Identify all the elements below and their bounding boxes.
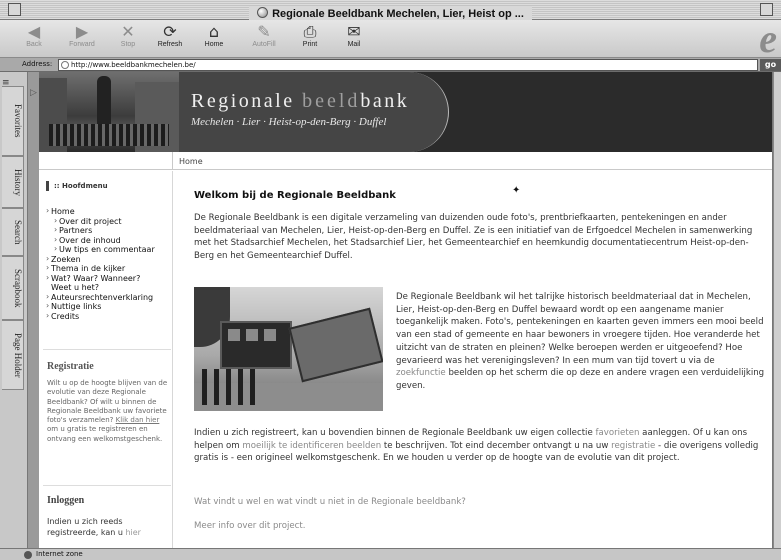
nav-item-partners[interactable]: Partners [47, 225, 155, 236]
printer-icon: ⎙ [303, 22, 317, 41]
status-text: Internet zone [36, 550, 83, 558]
mail-envelope-icon: ✉ [347, 22, 361, 41]
registratie-heading: Registratie [47, 361, 94, 372]
address-input[interactable]: http://www.beeldbankmechelen.be/ [58, 59, 758, 71]
nav-item-wat-waar-wanneer[interactable]: Wat? Waar? Wanneer? [46, 273, 155, 284]
intro-paragraph: De Regionale Beeldbank is een digitale v… [194, 213, 753, 261]
home-button[interactable]: ⌂ Home [194, 22, 234, 56]
registratie-inline-link[interactable]: registratie [611, 441, 655, 451]
nav-item-home[interactable]: Home [46, 206, 155, 217]
forward-arrow-icon: ▶ [75, 22, 89, 41]
autofill-pen-icon: ✎ [257, 22, 271, 41]
home-icon: ⌂ [208, 22, 220, 41]
address-label: Address: [22, 60, 53, 68]
main-menu-heading: :: Hoofdmenu [46, 181, 108, 191]
tab-page-holder[interactable]: Page Holder [2, 320, 24, 390]
tab-search[interactable]: Search [2, 208, 24, 256]
feedback-link[interactable]: Wat vindt u wel en wat vindt u niet in d… [194, 497, 466, 507]
inloggen-text: Indien u zich reeds registreerde, kan u … [47, 517, 141, 537]
browser-toolbar: ◀ Back ▶ Forward ✕ Stop ⟳ Refresh ⌂ Home… [0, 16, 781, 61]
page-heading: Welkom bij de Regionale Beeldbank [194, 190, 396, 201]
refresh-button[interactable]: ⟳ Refresh [150, 22, 190, 56]
tab-scrapbook[interactable]: Scrapbook [2, 256, 24, 320]
web-page: Regionale beeldbank Mechelen · Lier · He… [39, 72, 773, 548]
address-url: http://www.beeldbankmechelen.be/ [71, 61, 196, 69]
print-button[interactable]: ⎙ Print [290, 22, 330, 56]
nav-item-auteursrechten[interactable]: Auteursrechtenverklaring [46, 292, 155, 303]
forward-button[interactable]: ▶ Forward [62, 22, 102, 56]
banner-photo [39, 72, 179, 152]
stop-button[interactable]: ✕ Stop [108, 22, 148, 56]
identify-images-link[interactable]: moeilijk te identificeren beelden [242, 441, 381, 451]
nav-item-thema[interactable]: Thema in de kijker [46, 263, 155, 274]
explorer-side-tabs: ≡ Favorites History Search Scrapbook Pag… [0, 72, 28, 548]
window-title: Regionale Beeldbank Mechelen, Lier, Heis… [249, 6, 532, 21]
vertical-scrollbar[interactable] [773, 72, 781, 548]
nav-item-over-dit-project[interactable]: Over dit project [47, 216, 155, 227]
main-content: Welkom bij de Regionale Beeldbank ✦ De R… [194, 171, 764, 548]
main-menu: Home Over dit project Partners Over de i… [46, 206, 155, 322]
address-bar: Address: http://www.beeldbankmechelen.be… [0, 58, 781, 72]
historic-tram-photo [194, 287, 383, 411]
back-button[interactable]: ◀ Back [14, 22, 54, 56]
site-banner: Regionale beeldbank Mechelen · Lier · He… [39, 72, 772, 152]
tab-favorites[interactable]: Favorites [2, 86, 24, 156]
globe-icon [257, 7, 269, 18]
registratie-text: Wilt u op de hoogte blijven van de evolu… [47, 379, 168, 443]
zoekfunctie-link[interactable]: zoekfunctie [396, 368, 446, 378]
tab-history[interactable]: History [2, 156, 24, 208]
go-button[interactable]: go [760, 59, 781, 71]
title-bar[interactable]: Regionale Beeldbank Mechelen, Lier, Heis… [0, 0, 781, 21]
nav-item-nuttige-links[interactable]: Nuttige links [46, 301, 155, 312]
nav-item-credits[interactable]: Credits [46, 311, 155, 322]
breadcrumb-home[interactable]: Home [179, 157, 203, 166]
inloggen-link[interactable]: hier [125, 528, 141, 537]
autofill-button[interactable]: ✎ AutoFill [244, 22, 284, 56]
zoom-box[interactable] [760, 3, 773, 16]
inloggen-heading: Inloggen [47, 495, 85, 506]
expand-arrow-icon[interactable]: ▷ [30, 88, 37, 98]
collection-paragraph: De Regionale Beeldbank wil het talrijke … [396, 292, 765, 391]
divider [43, 485, 171, 486]
stop-x-icon: ✕ [121, 22, 135, 41]
registration-paragraph: Indien u zich registreert, kan u bovendi… [194, 428, 759, 464]
left-sidebar: :: Hoofdmenu Home Over dit project Partn… [39, 171, 173, 548]
nav-item-weet-u-het[interactable]: Weet u het? [47, 283, 155, 293]
more-info-link[interactable]: Meer info over dit project. [194, 521, 306, 531]
nav-item-over-de-inhoud[interactable]: Over de inhoud [47, 235, 155, 246]
nav-item-zoeken[interactable]: Zoeken [46, 254, 155, 265]
registratie-link[interactable]: Klik dan hier [116, 416, 160, 424]
internet-zone-icon [24, 551, 32, 559]
divider [43, 349, 171, 350]
breadcrumb: Home [39, 152, 772, 170]
page-icon [61, 61, 69, 69]
mouse-cursor-icon: ✦ [512, 185, 521, 196]
mail-button[interactable]: ✉ Mail [334, 22, 374, 56]
site-subtitle: Mechelen · Lier · Heist-op-den-Berg · Du… [191, 116, 387, 128]
site-title[interactable]: Regionale beeldbank [191, 90, 409, 113]
status-bar: Internet zone [0, 548, 781, 560]
favorieten-link[interactable]: favorieten [595, 428, 639, 438]
back-arrow-icon: ◀ [27, 22, 41, 41]
nav-item-uw-tips[interactable]: Uw tips en commentaar [47, 244, 155, 255]
refresh-icon: ⟳ [163, 22, 177, 41]
ie-logo-icon: e [759, 16, 777, 61]
